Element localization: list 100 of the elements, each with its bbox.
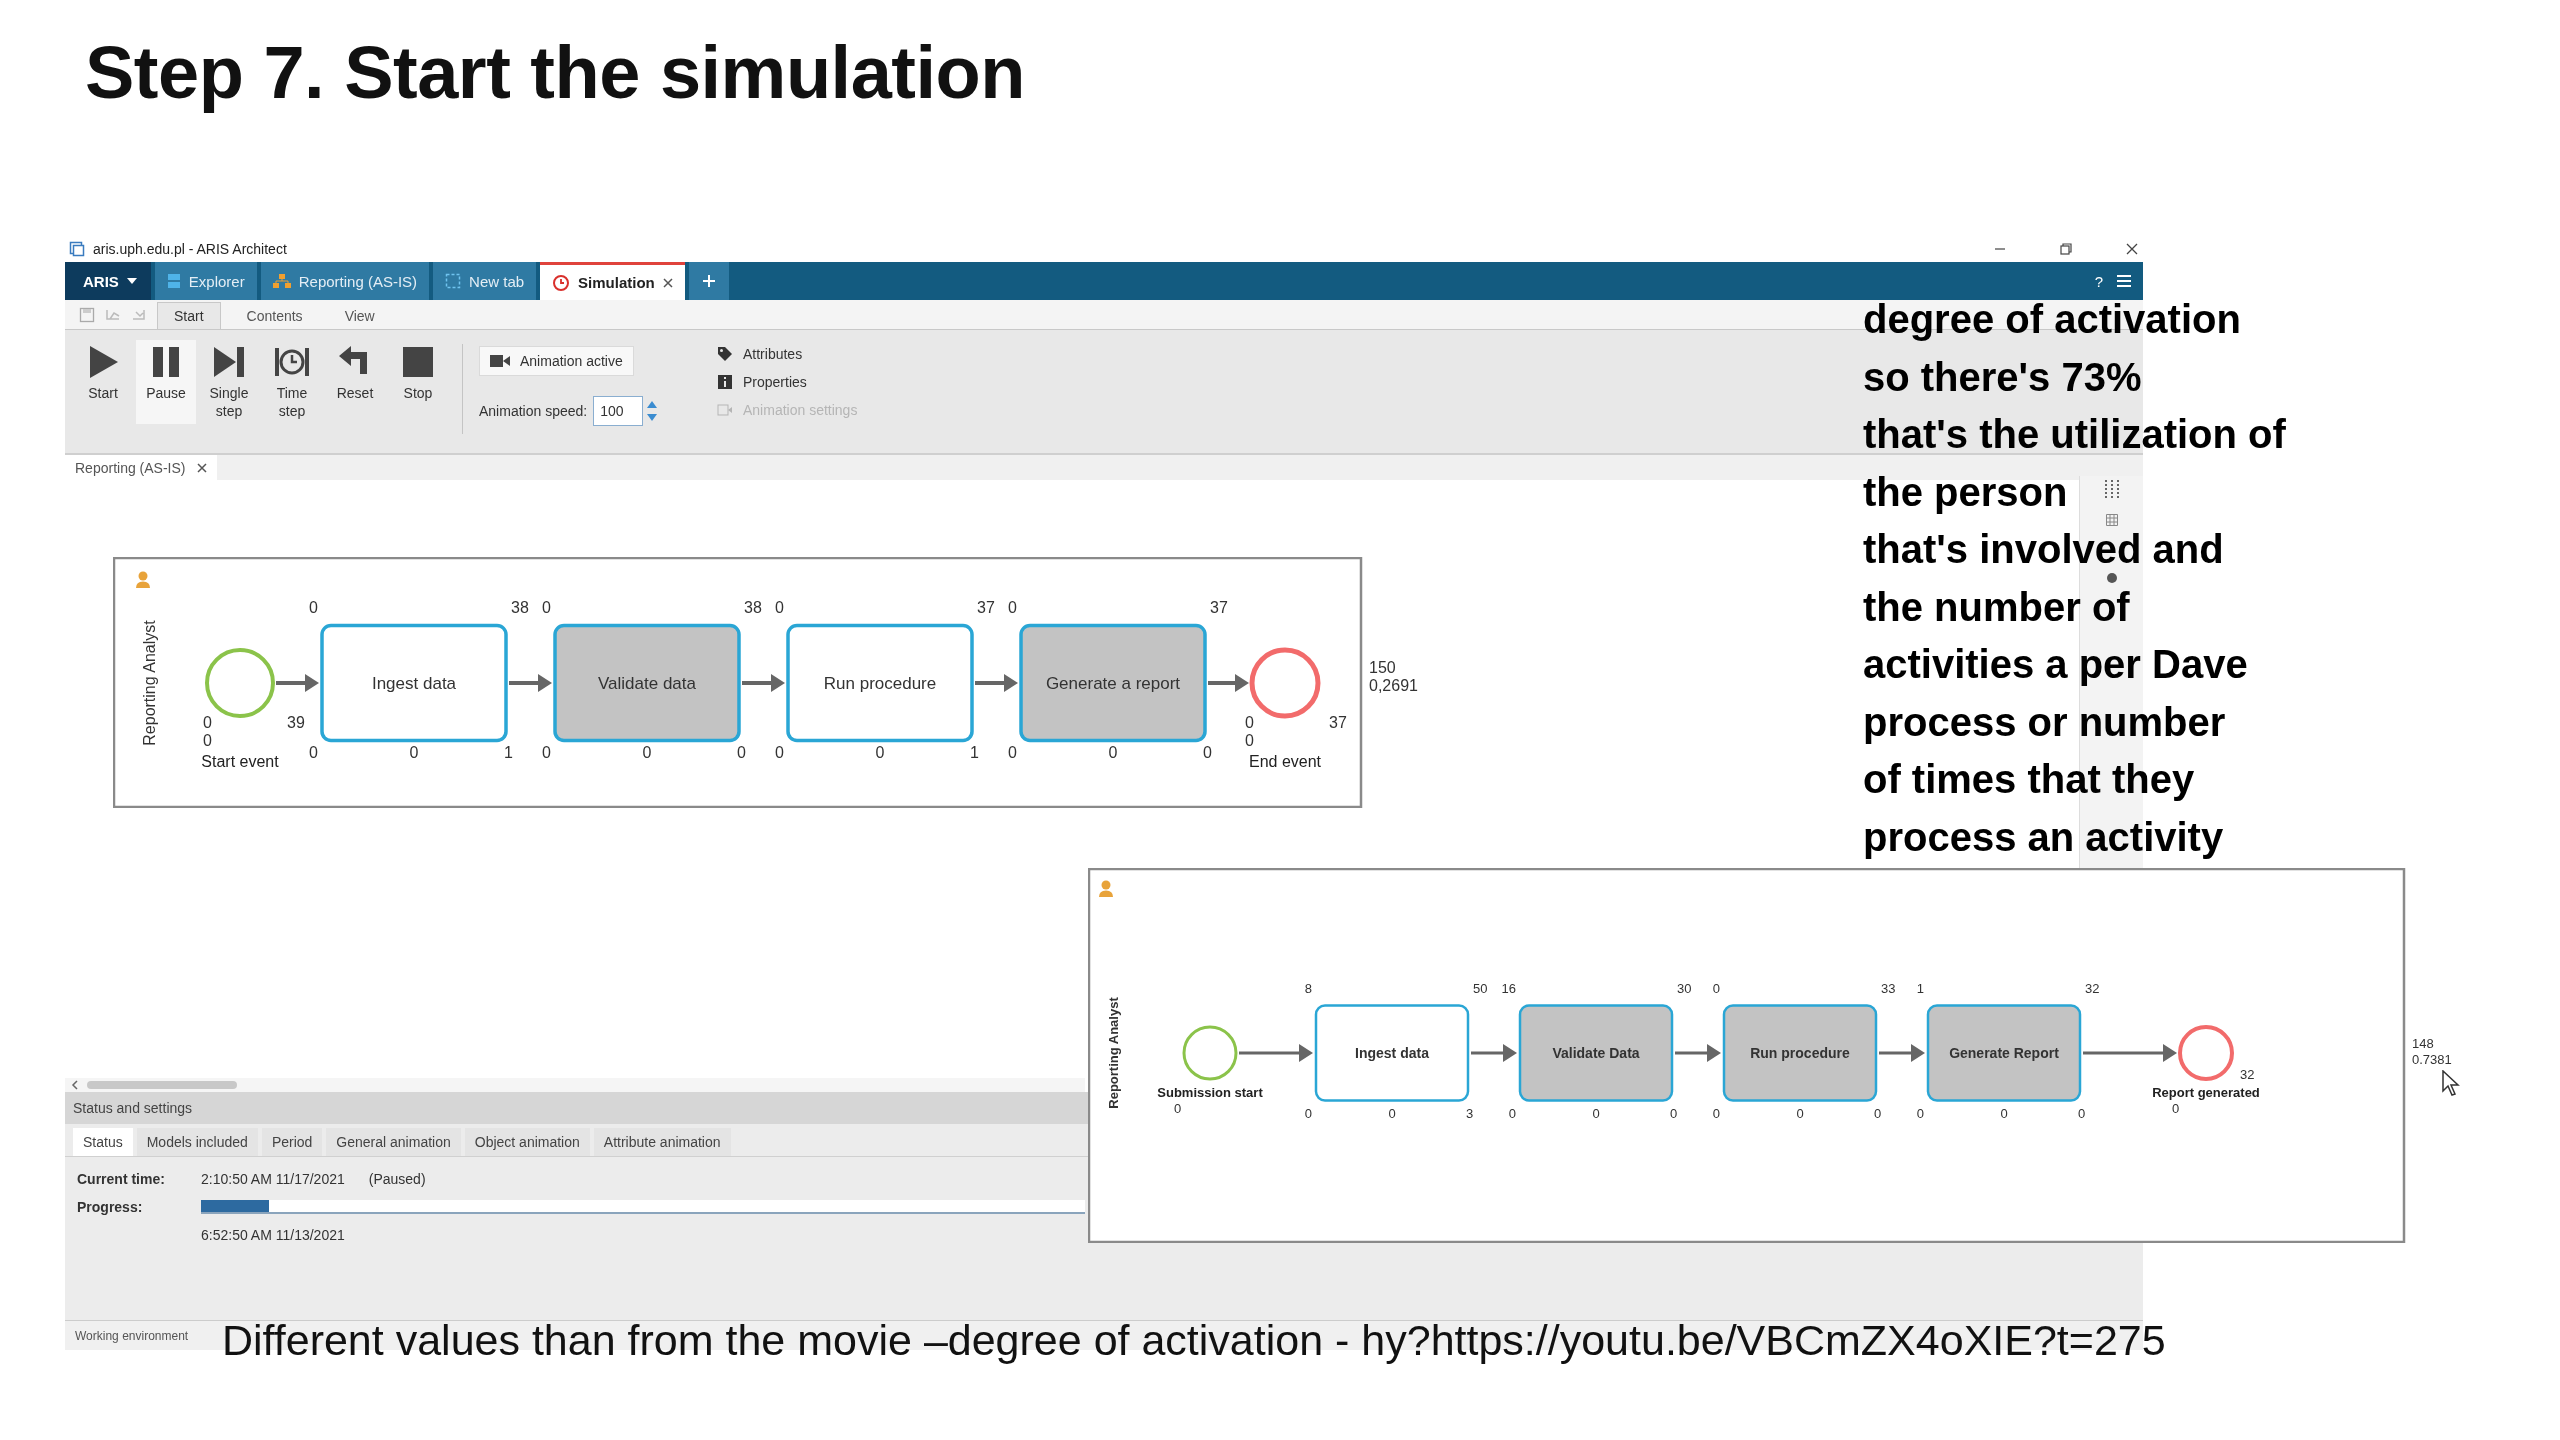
count-label: 0 (775, 743, 784, 761)
ribbon-tab[interactable]: Contents (230, 303, 319, 329)
scroll-thumb[interactable] (87, 1081, 237, 1089)
annotation-text: degree of activation (1863, 297, 2241, 341)
info-icon (717, 374, 733, 390)
app-tab[interactable]: Reporting (AS-IS) (260, 262, 430, 300)
person-icon (136, 571, 150, 588)
count-label: 0 (203, 714, 212, 731)
event-label: Report generated (2152, 1085, 2260, 1100)
slide-title: Step 7. Start the simulation (84, 30, 1026, 116)
toolbar-button[interactable]: Pause (136, 340, 196, 425)
count-label: 0 (1508, 1105, 1516, 1121)
count-label: 0 (1388, 1105, 1396, 1121)
clock-icon (552, 273, 571, 292)
count-label: 0 (1916, 1105, 1924, 1121)
count-label: 0 (542, 598, 551, 616)
count-label: 32 (2240, 1067, 2255, 1082)
toolbar-button[interactable]: Time step (262, 340, 322, 425)
task-label: Validate Data (1552, 1044, 1640, 1061)
app-tab[interactable]: Simulation (540, 262, 685, 300)
count-label: 37 (1329, 714, 1347, 731)
count-label: 0 (1712, 1105, 1720, 1121)
step-icon (211, 344, 247, 380)
task-label: Validate data (598, 673, 696, 693)
speed-label: Animation speed: (479, 403, 588, 419)
event-label: Start event (201, 753, 279, 770)
stop-icon (400, 344, 436, 380)
count-label: 0 (875, 743, 885, 761)
speed-field[interactable]: 100 (593, 396, 644, 426)
count-label: 50 (1473, 980, 1488, 996)
count-label: 0 (2078, 1105, 2086, 1121)
caret-icon (126, 278, 137, 284)
panel-tab[interactable]: Object animation (464, 1128, 590, 1156)
count-label: 3 (1466, 1105, 1474, 1121)
app-tab[interactable]: ARIS (65, 262, 151, 300)
panel-tab[interactable]: Status (73, 1128, 133, 1156)
toggle-label: Animation active (520, 353, 623, 369)
camera-settings-icon (717, 402, 733, 418)
close-icon[interactable] (2125, 241, 2139, 256)
horizontal-scrollbar[interactable] (65, 1078, 1085, 1092)
hierarchy-icon (272, 273, 291, 289)
start-event (1182, 1025, 1238, 1081)
app-tab[interactable]: Explorer (154, 262, 257, 300)
help-button[interactable]: ? (2094, 272, 2103, 290)
action-label: Attributes (743, 346, 803, 362)
dot-icon[interactable] (2105, 572, 2118, 584)
toolbar-button[interactable]: Stop (388, 340, 448, 425)
close-icon[interactable] (662, 277, 673, 288)
count-label: 0 (309, 743, 318, 761)
annotation-text: the number of (1863, 584, 2130, 629)
camera-icon (490, 354, 510, 368)
window-icon (69, 240, 85, 257)
button-label: Stop (403, 384, 433, 403)
animation-toggle[interactable]: Animation active (479, 346, 634, 376)
annotation-text: of times that they (1863, 757, 2195, 801)
panel-tab[interactable]: Models included (136, 1128, 258, 1156)
annotation-text: process or number (1863, 699, 2226, 744)
annotation-text: activities a per Dave (1863, 642, 2248, 686)
count-label: 32 (2085, 980, 2100, 996)
ribbon-tab[interactable]: Start (157, 302, 221, 329)
count-label: 0 (1796, 1105, 1804, 1121)
count-label: 1 (1916, 980, 1924, 996)
count-label: 0 (1174, 1101, 1182, 1116)
annotation-text: the person (1863, 469, 2068, 514)
flow-arrow (509, 674, 552, 692)
restore-icon[interactable] (2059, 241, 2073, 256)
tab-label: Reporting (AS-IS) (75, 459, 186, 476)
menu-icon[interactable] (2117, 275, 2131, 287)
document-tab[interactable]: Reporting (AS-IS) (65, 455, 218, 480)
tab-label: Simulation (578, 274, 655, 291)
count-label: 8 (1304, 980, 1312, 996)
statistic-value: 0,2691 (1369, 677, 1418, 694)
ribbon-action[interactable]: Attributes (717, 346, 858, 362)
ribbon-action[interactable]: Properties (717, 374, 858, 390)
count-label: 0 (1008, 743, 1017, 761)
time-state: (Paused) (368, 1171, 426, 1187)
count-label: 39 (287, 714, 305, 731)
flow-arrow (1879, 1044, 1925, 1062)
ribbon-tab[interactable]: View (328, 303, 391, 329)
count-label: 1 (970, 743, 979, 761)
add-tab-button[interactable] (688, 262, 729, 300)
scroll-left-icon[interactable] (71, 1080, 79, 1090)
panel-tab[interactable]: Period (261, 1128, 323, 1156)
flow-arrow (1208, 674, 1249, 692)
count-label: 0 (1874, 1105, 1882, 1121)
toolbar-button[interactable]: Start (73, 340, 133, 425)
grid-icon[interactable] (2105, 514, 2118, 526)
panel-tab[interactable]: Attribute animation (593, 1128, 731, 1156)
task-label: Generate a report (1045, 673, 1181, 693)
tab-label: Explorer (188, 272, 245, 290)
count-label: 0 (775, 598, 784, 616)
tab-label: ARIS (83, 272, 119, 290)
task-label: Ingest data (1355, 1044, 1429, 1061)
toolbar-button[interactable]: Reset (325, 340, 385, 425)
toolbar-button[interactable]: Single step (199, 340, 259, 425)
panel-tab[interactable]: General animation (326, 1128, 461, 1156)
close-icon[interactable] (197, 462, 208, 473)
app-tab[interactable]: New tab (433, 262, 537, 300)
count-label: 0 (1304, 1105, 1312, 1121)
time-value: 2:10:50 AM 11/17/2021 (201, 1171, 345, 1187)
